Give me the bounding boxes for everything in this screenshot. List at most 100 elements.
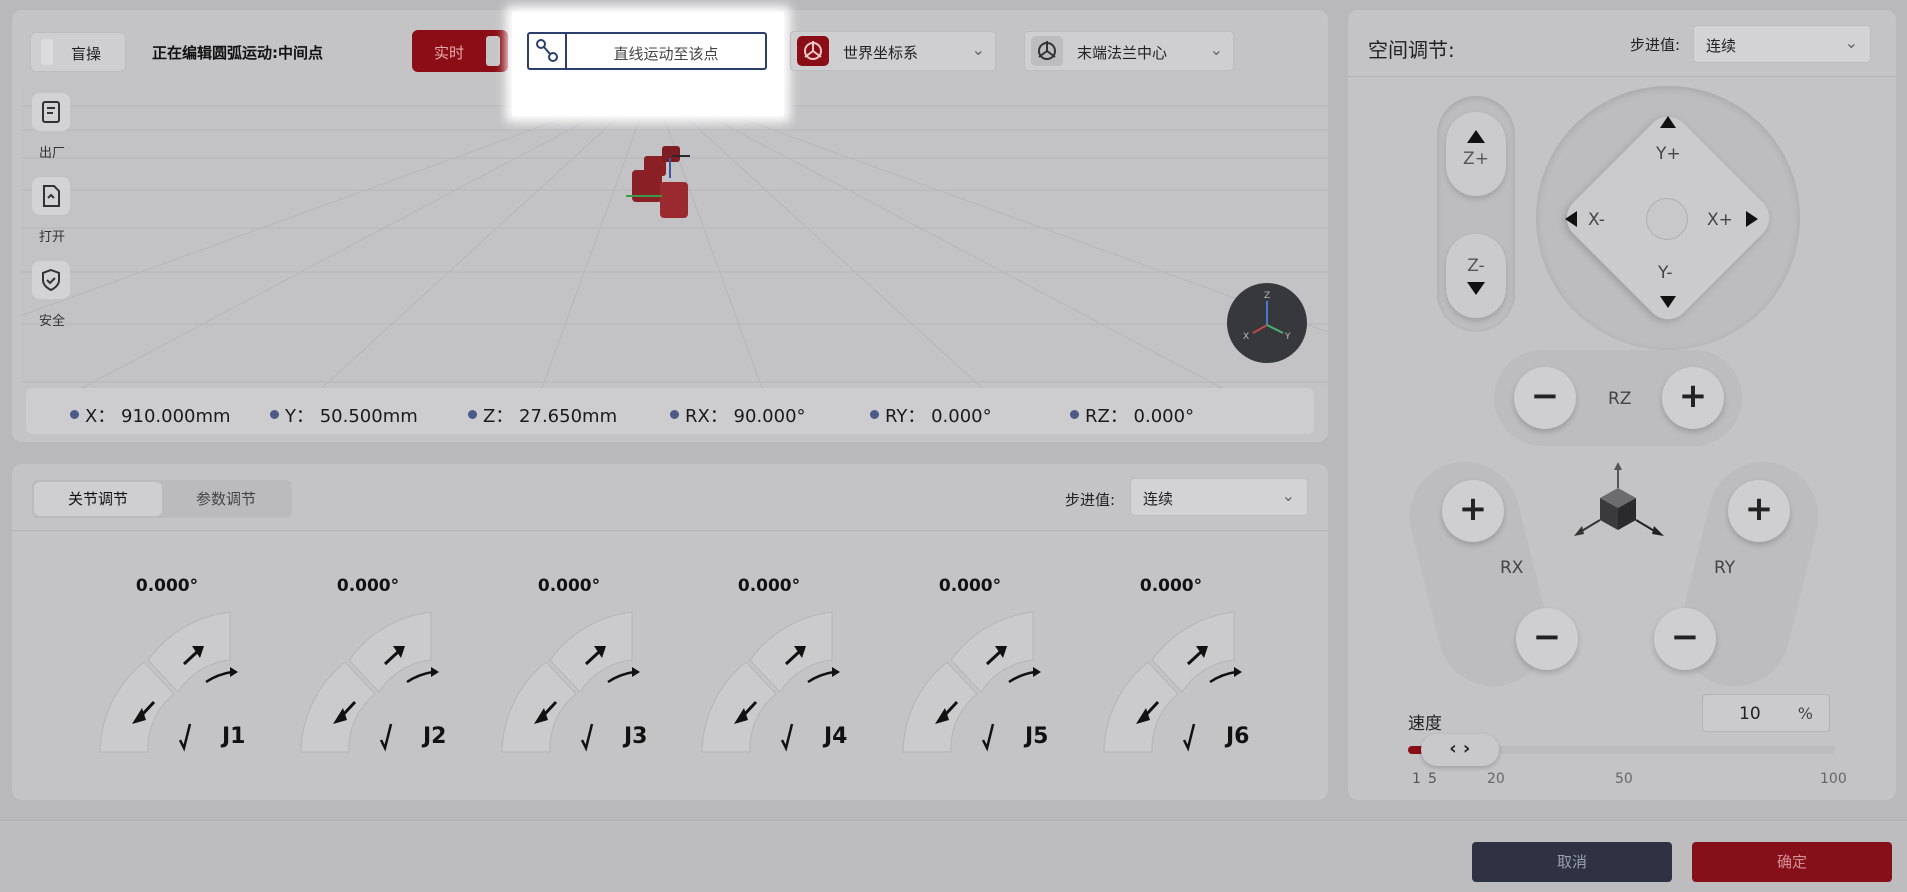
joint-value-j5: 0.000° (938, 576, 1002, 596)
speed-tick-1: 1 (1412, 771, 1421, 787)
joint-step-label: 步进值: (1065, 491, 1116, 509)
ry-minus-button[interactable]: − (1654, 608, 1716, 670)
axis-gizmo[interactable]: Z X Y (1227, 283, 1307, 363)
coord-y: Y： 50.500mm (270, 402, 418, 428)
check-arc-icon (981, 723, 995, 752)
cancel-button[interactable]: 取消 (1472, 842, 1672, 882)
check-arc-icon (379, 723, 393, 752)
coord-z: Z： 27.650mm (468, 402, 617, 428)
speed-input[interactable]: 10 % (1702, 694, 1830, 732)
tool-frame-icon (1031, 36, 1063, 66)
z-minus-button[interactable]: Z- (1446, 234, 1506, 318)
x-minus-label: X- (1588, 210, 1605, 230)
toggle-knob (486, 36, 500, 66)
edit-title: 正在编辑圆弧运动:中间点 (152, 44, 323, 62)
toggle-knob (41, 39, 53, 65)
tool-frame-select[interactable]: 末端法兰中心 ⌄ (1024, 31, 1234, 71)
x-plus-label: X+ (1707, 210, 1733, 230)
gizmo-x-label: X (1243, 332, 1249, 342)
rz-label: RZ (1608, 389, 1632, 409)
speed-slider-handle[interactable]: ‹ › (1420, 734, 1499, 766)
tool-frame-value: 末端法兰中心 (1077, 44, 1168, 62)
tab-joint-adjust[interactable]: 关节调节 (34, 482, 162, 516)
coordinate-readout-bar: X： 910.000mm Y： 50.500mm Z： 27.650mm RX：… (26, 388, 1314, 434)
coord-rz: RZ： 0.000° (1070, 402, 1194, 428)
z-minus-label: Z- (1467, 256, 1485, 276)
x-minus-arrow-icon[interactable] (1565, 211, 1577, 227)
gizmo-z-label: Z (1264, 291, 1270, 301)
joint-value-j3: 0.000° (537, 576, 601, 596)
realtime-toggle[interactable]: 实时 (412, 30, 508, 72)
speed-value: 10 (1739, 704, 1761, 724)
chevron-down-icon: ⌄ (1209, 40, 1223, 59)
space-panel-title: 空间调节: (1368, 38, 1455, 62)
space-step-select[interactable]: 连续 ⌄ (1693, 25, 1871, 63)
path-icon (529, 34, 567, 68)
rotation-arrow-icon (607, 670, 635, 684)
rz-plus-button[interactable]: + (1662, 367, 1724, 429)
space-panel-divider (1348, 76, 1896, 77)
y-plus-arrow-icon[interactable] (1660, 116, 1676, 128)
factory-reset-icon (42, 101, 60, 123)
joint-value-j1: 0.000° (135, 576, 199, 596)
coord-x: X： 910.000mm (70, 402, 231, 428)
rx-label: RX (1500, 558, 1524, 578)
rotation-arrow-icon (205, 670, 233, 684)
coord-ry: RY： 0.000° (870, 402, 992, 428)
speed-label: 速度 (1408, 714, 1442, 734)
safety-label: 安全 (38, 314, 65, 329)
y-minus-arrow-icon[interactable] (1660, 296, 1676, 308)
joint-panel-divider (12, 530, 1328, 531)
realtime-label: 实时 (434, 44, 465, 62)
joint-label-j3: J3 (624, 724, 648, 749)
check-arc-icon (780, 723, 794, 752)
open-label: 打开 (38, 230, 65, 245)
joint-label-j2: J2 (423, 724, 447, 749)
y-minus-label: Y- (1658, 263, 1673, 283)
arrow-up-icon (1467, 130, 1485, 143)
shield-icon (42, 268, 60, 292)
linear-move-to-point-button[interactable]: 直线运动至该点 (527, 32, 767, 70)
rx-plus-button[interactable]: + (1442, 480, 1504, 542)
rx-minus-button[interactable]: − (1516, 608, 1578, 670)
speed-tick-20: 20 (1487, 771, 1505, 787)
y-plus-label: Y+ (1656, 144, 1681, 164)
x-plus-arrow-icon[interactable] (1746, 211, 1758, 227)
confirm-button[interactable]: 确定 (1692, 842, 1892, 882)
ry-plus-button[interactable]: + (1728, 480, 1790, 542)
blind-mode-toggle[interactable]: 盲操 (30, 32, 126, 72)
3d-viewport[interactable] (22, 86, 1328, 388)
rotation-arrow-icon (406, 670, 434, 684)
coordinate-system-value: 世界坐标系 (843, 44, 919, 62)
tab-param-adjust[interactable]: 参数调节 (162, 482, 290, 516)
safety-button[interactable] (32, 261, 70, 299)
joint-step-value: 连续 (1143, 490, 1174, 508)
arrow-down-icon (1467, 282, 1485, 295)
chevron-down-icon: ⌄ (1281, 486, 1295, 505)
check-arc-icon (1182, 723, 1196, 752)
z-plus-label: Z+ (1463, 149, 1489, 169)
rotation-arrow-icon (1008, 670, 1036, 684)
chevron-down-icon: ⌄ (971, 40, 985, 59)
chevron-down-icon: ⌄ (1844, 33, 1858, 52)
z-plus-button[interactable]: Z+ (1446, 112, 1506, 196)
rz-minus-button[interactable]: − (1514, 367, 1576, 429)
joint-label-j4: J4 (824, 724, 848, 749)
check-arc-icon (178, 723, 192, 752)
speed-tick-5: 5 (1428, 771, 1437, 787)
joint-value-j6: 0.000° (1139, 576, 1203, 596)
coordinate-system-select[interactable]: 世界坐标系 ⌄ (790, 31, 996, 71)
open-file-icon (43, 185, 60, 207)
joint-step-select[interactable]: 连续 ⌄ (1130, 478, 1308, 516)
check-arc-icon (580, 723, 594, 752)
joint-label-j5: J5 (1025, 724, 1049, 749)
orientation-cube-icon (1574, 462, 1664, 536)
speed-tick-50: 50 (1615, 771, 1633, 787)
joint-value-j4: 0.000° (737, 576, 801, 596)
coord-rx: RX： 90.000° (670, 402, 806, 428)
open-button[interactable] (32, 177, 70, 215)
joint-value-j2: 0.000° (336, 576, 400, 596)
factory-reset-button[interactable] (32, 93, 70, 131)
xy-center-button[interactable] (1646, 198, 1688, 240)
gizmo-y-label: Y (1284, 332, 1291, 342)
